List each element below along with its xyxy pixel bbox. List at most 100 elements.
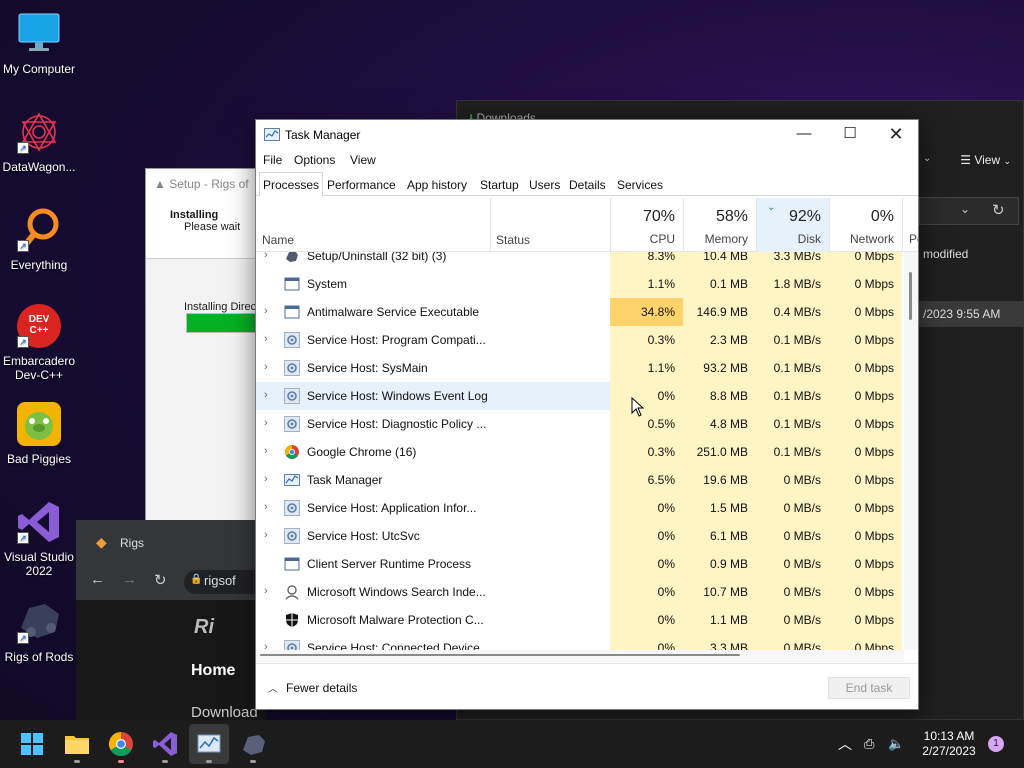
- reload-icon[interactable]: ↻: [154, 571, 167, 589]
- end-task-button[interactable]: End task: [828, 677, 910, 699]
- process-disk: 0.1 MB/s: [756, 382, 829, 410]
- column-header-name[interactable]: Name: [262, 233, 294, 247]
- process-row[interactable]: › Service Host: Connected Device... 0% 3.3 …: [256, 634, 902, 650]
- expand-chevron-icon[interactable]: ›: [264, 252, 268, 269]
- taskbar-task-manager[interactable]: [189, 724, 229, 764]
- horizontal-scrollbar[interactable]: [256, 650, 904, 662]
- desktop-icon-bad-piggies[interactable]: Bad Piggies: [0, 400, 78, 466]
- task-manager-window[interactable]: Task Manager — ☐ ✕ File Options View Pro…: [255, 119, 919, 710]
- expand-chevron-icon[interactable]: ›: [264, 438, 268, 465]
- column-header-modified[interactable]: modified: [923, 247, 968, 261]
- process-row[interactable]: › Microsoft Windows Search Inde... 0% 10.7 …: [256, 578, 902, 606]
- expand-chevron-icon[interactable]: ›: [264, 466, 268, 493]
- process-cpu: 0%: [610, 606, 683, 634]
- browser-tab[interactable]: ◆ Rigs: [76, 520, 266, 564]
- process-memory: 6.1 MB: [683, 522, 756, 550]
- fewer-details-button[interactable]: ︿ Fewer details: [268, 680, 357, 695]
- process-cpu: 1.1%: [610, 270, 683, 298]
- scroll-thumb[interactable]: [909, 272, 912, 320]
- tab-users[interactable]: Users: [525, 172, 564, 196]
- process-row[interactable]: Client Server Runtime Process 0% 0.9 MB 0 M…: [256, 550, 902, 578]
- volume-icon[interactable]: 🔈: [888, 720, 904, 768]
- expand-chevron-icon[interactable]: ›: [264, 578, 268, 605]
- setup-window[interactable]: ▲ Setup - Rigs of Installing Please wait…: [145, 168, 266, 568]
- tab-details[interactable]: Details: [565, 172, 610, 196]
- process-row[interactable]: › Service Host: SysMain 1.1% 93.2 MB 0.1 MB/…: [256, 354, 902, 382]
- desktop-icon-everything[interactable]: ↗ Everything: [0, 206, 78, 272]
- taskbar-chrome[interactable]: [101, 724, 141, 764]
- monitor-icon: [15, 10, 63, 58]
- process-cpu: 1.1%: [610, 354, 683, 382]
- scroll-thumb[interactable]: [260, 654, 740, 656]
- process-row[interactable]: › Service Host: UtcSvc 0% 6.1 MB 0 MB/s 0 Mbp…: [256, 522, 902, 550]
- tab-performance[interactable]: Performance: [323, 172, 400, 196]
- nav-link-home[interactable]: Home: [191, 662, 235, 680]
- browser-window[interactable]: ◆ Rigs ← → ↻ 🔒 rigsof Ri Home Download: [76, 520, 274, 721]
- tab-startup[interactable]: Startup: [476, 172, 523, 196]
- desktop-icon-rigs-of-rods[interactable]: ↗ Rigs of Rods: [0, 598, 78, 664]
- taskbar-file-explorer[interactable]: [57, 724, 97, 764]
- process-row[interactable]: › Setup/Uninstall (32 bit) (3) 8.3% 10.4 MB…: [256, 252, 902, 270]
- tab-services[interactable]: Services: [613, 172, 667, 196]
- back-arrow-icon[interactable]: ←: [90, 571, 105, 588]
- taskbar-rigs-of-rods[interactable]: [233, 724, 273, 764]
- expand-chevron-icon[interactable]: ›: [264, 382, 268, 409]
- process-row[interactable]: › Service Host: Windows Event Log 0% 8.8 MB…: [256, 382, 902, 410]
- view-menu-button[interactable]: ☰ View ⌄: [960, 153, 1011, 167]
- desktop-icon-datawagon[interactable]: ↗ DataWagon...: [0, 108, 78, 174]
- tab-processes[interactable]: Processes: [259, 172, 324, 197]
- expand-chevron-icon[interactable]: ›: [264, 522, 268, 549]
- refresh-icon[interactable]: ↻: [992, 201, 1005, 219]
- process-row[interactable]: › Service Host: Program Compati... 0.3% 2.3…: [256, 326, 902, 354]
- notification-badge[interactable]: 1: [988, 736, 1004, 752]
- process-row[interactable]: Microsoft Malware Protection C... 0% 1.1 M…: [256, 606, 902, 634]
- process-cpu: 0.5%: [610, 410, 683, 438]
- process-name: Service Host: Application Infor...: [307, 501, 477, 515]
- desktop-icon-my-computer[interactable]: My Computer: [0, 10, 78, 76]
- maximize-button[interactable]: ☐: [827, 120, 873, 150]
- start-button[interactable]: [12, 724, 52, 764]
- vertical-scrollbar[interactable]: [904, 252, 918, 650]
- process-row[interactable]: › Service Host: Diagnostic Policy ... 0.5%…: [256, 410, 902, 438]
- browser-toolbar: ← → ↻ 🔒 rigsof: [76, 564, 274, 600]
- forward-arrow-icon[interactable]: →: [122, 571, 137, 588]
- menu-view[interactable]: View: [350, 153, 376, 167]
- shield-icon: [284, 612, 300, 628]
- taskbar-visual-studio[interactable]: [145, 724, 185, 764]
- process-row[interactable]: › Service Host: Application Infor... 0% 1.5…: [256, 494, 902, 522]
- expand-chevron-icon[interactable]: ›: [264, 634, 268, 650]
- expand-chevron-icon[interactable]: ›: [264, 410, 268, 437]
- process-row[interactable]: › Antimalware Service Executable 34.8% 146.…: [256, 298, 902, 326]
- shortcut-arrow-icon: ↗: [17, 632, 29, 644]
- gear-icon: [284, 500, 300, 516]
- column-header-network[interactable]: 0% Network: [829, 198, 902, 252]
- column-header-disk[interactable]: ⌄ 92% Disk: [756, 198, 829, 252]
- search-magnifier-icon: ↗: [15, 206, 63, 254]
- close-button[interactable]: ✕: [873, 120, 919, 150]
- expand-chevron-icon[interactable]: ›: [264, 494, 268, 521]
- clock[interactable]: 10:13 AM 2/27/2023: [914, 729, 984, 759]
- expand-chevron-icon[interactable]: ›: [264, 298, 268, 325]
- process-row[interactable]: › Task Manager 6.5% 19.6 MB 0 MB/s 0 Mbps: [256, 466, 902, 494]
- expand-chevron-icon[interactable]: ›: [264, 354, 268, 381]
- menu-options[interactable]: Options: [294, 153, 335, 167]
- show-hidden-icons-chevron-icon[interactable]: ︿: [838, 720, 852, 768]
- process-row[interactable]: › Google Chrome (16) 0.3% 251.0 MB 0.1 MB/s 0…: [256, 438, 902, 466]
- file-row[interactable]: /2023 9:55 AM: [919, 301, 1024, 327]
- title-bar[interactable]: Task Manager — ☐ ✕: [256, 120, 918, 150]
- tab-app-history[interactable]: App history: [403, 172, 471, 196]
- minimize-button[interactable]: —: [781, 120, 827, 150]
- menu-file[interactable]: File: [263, 153, 282, 167]
- network-icon[interactable]: ⎙: [864, 720, 874, 768]
- desktop-icon-visual-studio[interactable]: ↗ Visual Studio 2022: [0, 498, 78, 578]
- shortcut-arrow-icon: ↗: [17, 240, 29, 252]
- address-dropdown[interactable]: ⌄ ↻: [919, 197, 1019, 225]
- column-header-power[interactable]: Po: [902, 198, 918, 252]
- column-header-memory[interactable]: 58% Memory: [683, 198, 756, 252]
- expand-chevron-icon[interactable]: ›: [264, 326, 268, 353]
- process-row[interactable]: System 1.1% 0.1 MB 1.8 MB/s 0 Mbps: [256, 270, 902, 298]
- desktop-icon-devcpp[interactable]: DEV C++ ↗ Embarcadero Dev-C++: [0, 302, 78, 382]
- visual-studio-icon: [153, 732, 177, 756]
- nav-link-download[interactable]: Download: [191, 704, 258, 721]
- column-header-cpu[interactable]: 70% CPU: [610, 198, 683, 252]
